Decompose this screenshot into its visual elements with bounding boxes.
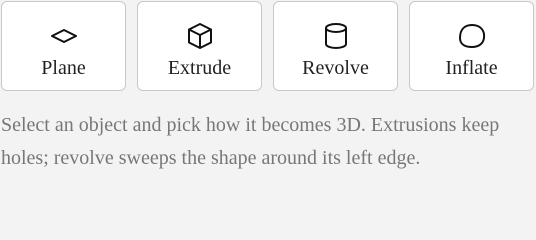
- revolve-label: Revolve: [302, 57, 369, 79]
- cube-icon: [184, 20, 216, 52]
- plane-button[interactable]: Plane: [1, 1, 126, 91]
- cylinder-icon: [320, 20, 352, 52]
- inflate-label: Inflate: [445, 57, 498, 79]
- make-3d-panel: Plane Extrude Revolve Inflate Select an …: [0, 0, 536, 214]
- revolve-button[interactable]: Revolve: [273, 1, 398, 91]
- extrude-button[interactable]: Extrude: [137, 1, 262, 91]
- inflate-button[interactable]: Inflate: [409, 1, 534, 91]
- blob-icon: [456, 20, 488, 52]
- extrude-label: Extrude: [167, 57, 232, 79]
- diamond-icon: [48, 20, 80, 52]
- plane-label: Plane: [41, 57, 86, 79]
- hint-text: Select an object and pick how it becomes…: [1, 114, 500, 169]
- mode-button-row: Plane Extrude Revolve Inflate: [1, 1, 536, 93]
